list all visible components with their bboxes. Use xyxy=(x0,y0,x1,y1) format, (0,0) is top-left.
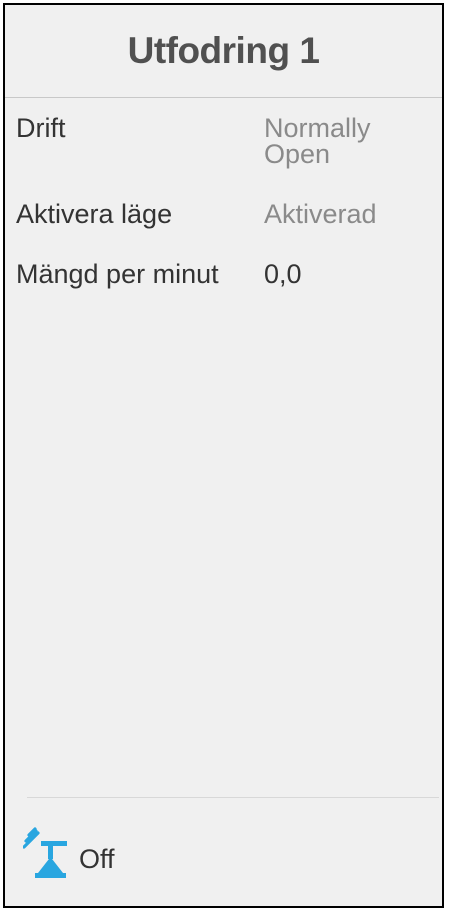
device-status: Off xyxy=(23,827,115,879)
panel-header: Utfodring 1 xyxy=(5,5,442,98)
setting-value: 0,0 xyxy=(264,259,302,289)
setting-label: Mängd per minut xyxy=(16,259,219,289)
feeder-icon xyxy=(23,827,67,878)
setting-value: Normally Open xyxy=(264,113,371,169)
page-title: Utfodring 1 xyxy=(127,30,320,71)
settings-list: Drift Normally Open Aktivera läge Aktive… xyxy=(5,115,442,321)
setting-row-drift[interactable]: Drift Normally Open xyxy=(5,115,442,201)
setting-value: Aktiverad xyxy=(264,199,377,229)
footer-divider xyxy=(27,797,439,798)
setting-row-activate-mode[interactable]: Aktivera läge Aktiverad xyxy=(5,201,442,261)
setting-label: Aktivera läge xyxy=(16,199,173,229)
setting-label: Drift xyxy=(16,113,66,143)
setting-row-amount-per-minute[interactable]: Mängd per minut 0,0 xyxy=(5,261,442,321)
status-text: Off xyxy=(79,844,115,874)
feeder-detail-panel: Utfodring 1 Drift Normally Open Aktivera… xyxy=(3,3,444,908)
